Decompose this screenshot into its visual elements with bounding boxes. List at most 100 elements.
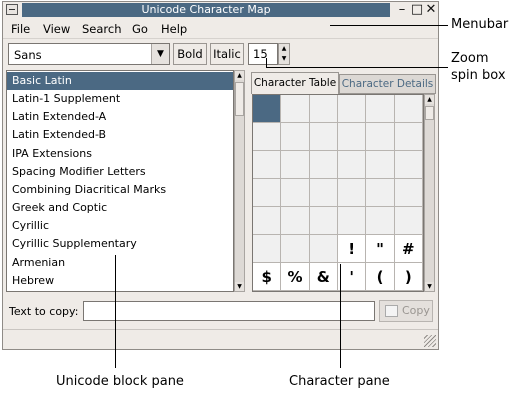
chevron-down-icon[interactable]: ▼: [151, 44, 169, 64]
character-cell[interactable]: [281, 207, 310, 235]
list-item[interactable]: Greek and Coptic: [7, 199, 233, 217]
copy-button-label: Copy: [402, 304, 430, 317]
text-to-copy-input[interactable]: [83, 301, 375, 321]
character-cell[interactable]: [253, 235, 282, 263]
scroll-up-icon[interactable]: ▲: [235, 71, 244, 80]
copy-icon: [385, 305, 398, 317]
tab-character-details[interactable]: Character Details: [339, 74, 436, 94]
character-cell[interactable]: [309, 123, 338, 151]
character-cell[interactable]: [309, 151, 338, 179]
character-cell[interactable]: [338, 95, 367, 123]
resize-grip-icon[interactable]: [424, 335, 436, 347]
character-cell[interactable]: [281, 123, 310, 151]
title-bar: Unicode Character Map – □ ✕: [3, 2, 438, 18]
tab-character-table[interactable]: Character Table: [251, 72, 339, 94]
character-cell[interactable]: [338, 123, 367, 151]
close-icon[interactable]: ✕: [424, 3, 438, 17]
list-item[interactable]: Hebrew: [7, 272, 233, 290]
zoom-callout-line1: Zoom: [451, 51, 489, 66]
character-cell[interactable]: (: [366, 263, 395, 291]
character-cell[interactable]: [394, 123, 423, 151]
scroll-up-icon[interactable]: ▲: [425, 95, 434, 104]
character-cell[interactable]: [394, 179, 423, 207]
zoom-input[interactable]: 15: [248, 43, 278, 65]
list-item[interactable]: Latin-1 Supplement: [7, 90, 233, 108]
zoom-stepper[interactable]: ▲ ▼: [278, 43, 290, 65]
zoom-spin-box[interactable]: 15 ▲ ▼: [248, 43, 292, 65]
spin-up-icon[interactable]: ▲: [279, 44, 289, 54]
character-cell[interactable]: [309, 95, 338, 123]
character-cell[interactable]: [394, 151, 423, 179]
menu-help[interactable]: Help: [161, 22, 187, 36]
scroll-thumb[interactable]: [235, 82, 244, 116]
list-item[interactable]: Combining Diacritical Marks: [7, 181, 233, 199]
scroll-down-icon[interactable]: ▼: [235, 282, 244, 291]
list-item[interactable]: Armenian: [7, 254, 233, 272]
character-cell[interactable]: [309, 207, 338, 235]
character-cell[interactable]: [394, 95, 423, 123]
character-cell[interactable]: [366, 179, 395, 207]
character-cell[interactable]: [253, 151, 282, 179]
character-cell[interactable]: [281, 235, 310, 263]
maximize-icon[interactable]: □: [410, 3, 424, 17]
character-cell[interactable]: [253, 123, 282, 151]
character-table-grid[interactable]: ! " # $% & '(): [252, 94, 424, 292]
character-cell[interactable]: [366, 151, 395, 179]
character-cell[interactable]: [281, 95, 310, 123]
character-cell[interactable]: [281, 179, 310, 207]
character-cell[interactable]: ': [338, 263, 367, 291]
character-cell[interactable]: $: [253, 263, 282, 291]
character-cell[interactable]: [366, 95, 395, 123]
charmap-window: Unicode Character Map – □ ✕ File View Se…: [2, 1, 439, 350]
character-cell-selected[interactable]: [253, 95, 282, 123]
menubar-callout-line: [330, 25, 448, 26]
font-family-value: Sans: [14, 48, 42, 62]
list-item[interactable]: Cyrillic Supplementary: [7, 235, 233, 253]
minimize-icon[interactable]: –: [395, 3, 409, 17]
character-cell[interactable]: [253, 207, 282, 235]
list-item[interactable]: Cyrillic: [7, 217, 233, 235]
character-cell[interactable]: [338, 151, 367, 179]
block-list-scrollbar[interactable]: ▲ ▼: [234, 70, 245, 292]
character-cell[interactable]: [309, 179, 338, 207]
scroll-down-icon[interactable]: ▼: [425, 282, 434, 291]
list-item[interactable]: Spacing Modifier Letters: [7, 163, 233, 181]
character-cell[interactable]: &: [309, 263, 338, 291]
character-cell[interactable]: [338, 179, 367, 207]
menu-go[interactable]: Go: [132, 22, 148, 36]
menubar-callout: Menubar: [451, 17, 509, 32]
unicode-block-list[interactable]: Basic Latin Latin-1 Supplement Latin Ext…: [6, 70, 234, 292]
character-cell[interactable]: [253, 179, 282, 207]
block-pane-callout-line: [115, 255, 116, 368]
scroll-thumb[interactable]: [425, 106, 434, 120]
menu-view[interactable]: View: [43, 22, 70, 36]
list-item[interactable]: Latin Extended-A: [7, 108, 233, 126]
block-item-selected[interactable]: Basic Latin: [7, 72, 233, 90]
character-cell[interactable]: [309, 235, 338, 263]
copy-button[interactable]: Copy: [379, 300, 433, 322]
character-cell[interactable]: [366, 123, 395, 151]
character-cell[interactable]: [281, 151, 310, 179]
character-cell[interactable]: [394, 207, 423, 235]
character-tabs: Character Table Character Details: [251, 72, 436, 94]
text-to-copy-label: Text to copy:: [9, 305, 79, 318]
menu-file[interactable]: File: [11, 22, 30, 36]
zoom-callout-tick: [266, 58, 267, 67]
character-cell[interactable]: #: [394, 235, 423, 263]
menu-search[interactable]: Search: [82, 22, 122, 36]
character-cell[interactable]: !: [338, 235, 367, 263]
character-scrollbar[interactable]: ▲ ▼: [424, 94, 435, 292]
font-family-combo[interactable]: Sans ▼: [8, 43, 170, 65]
window-menu-icon[interactable]: [6, 4, 18, 15]
character-cell[interactable]: ": [366, 235, 395, 263]
character-cell[interactable]: %: [281, 263, 310, 291]
spin-down-icon[interactable]: ▼: [279, 54, 289, 64]
character-cell[interactable]: ): [394, 263, 423, 291]
character-cell[interactable]: [338, 207, 367, 235]
list-item[interactable]: Latin Extended-B: [7, 126, 233, 144]
list-item[interactable]: IPA Extensions: [7, 145, 233, 163]
italic-button[interactable]: Italic: [210, 43, 244, 65]
character-pane-callout-line: [340, 264, 341, 368]
bold-button[interactable]: Bold: [173, 43, 207, 65]
character-cell[interactable]: [366, 207, 395, 235]
